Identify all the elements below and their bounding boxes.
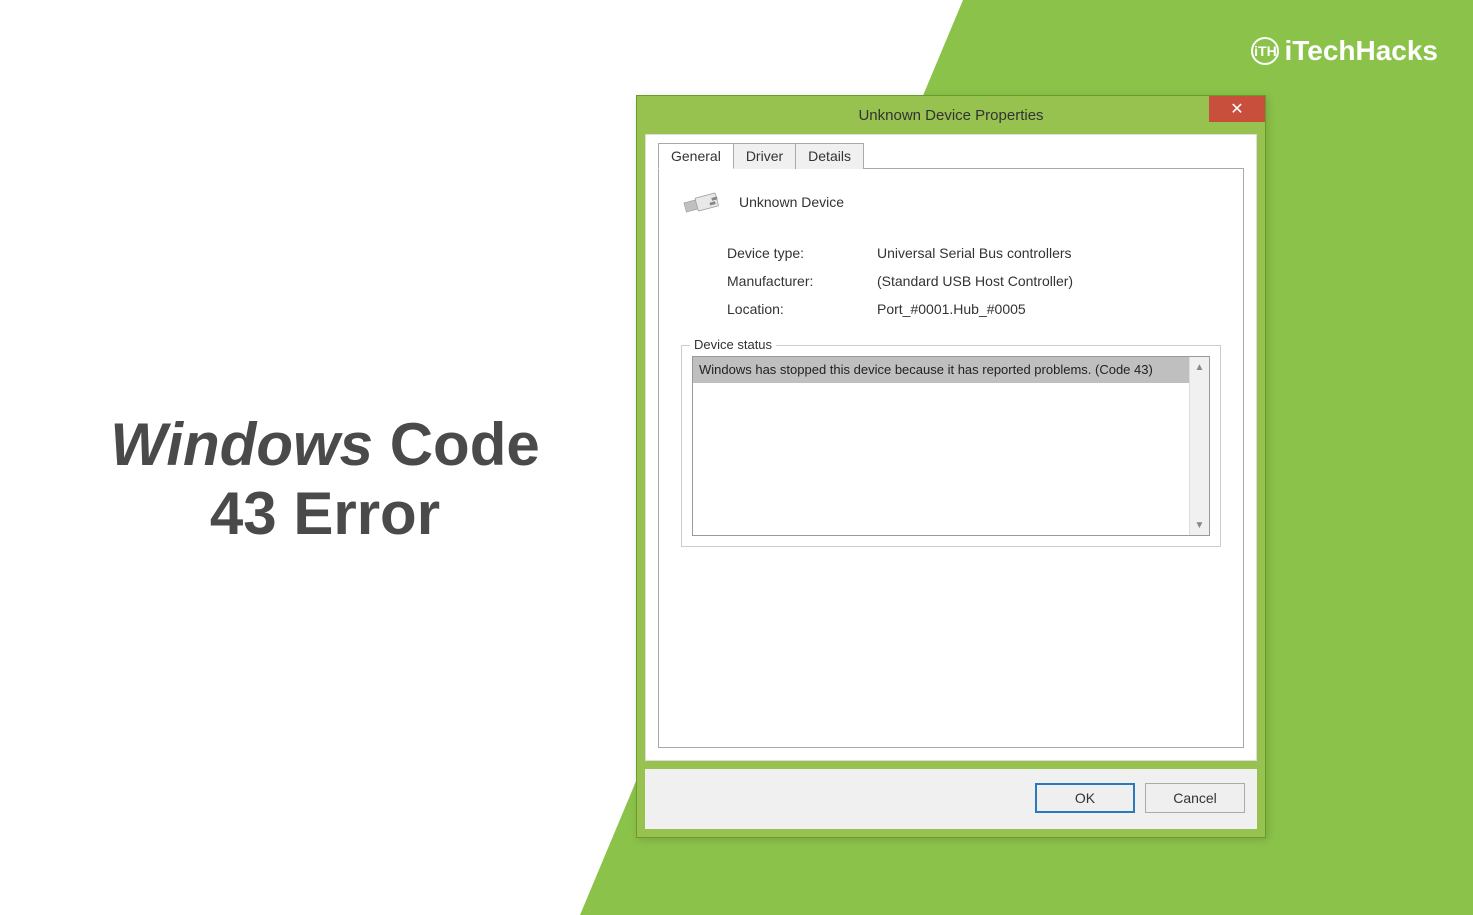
logo-badge-icon: iTH <box>1251 37 1279 65</box>
manufacturer-value: (Standard USB Host Controller) <box>877 273 1073 289</box>
device-name-label: Unknown Device <box>739 194 844 210</box>
row-location: Location: Port_#0001.Hub_#0005 <box>727 301 1227 317</box>
headline-line2: 43 Error <box>210 480 440 547</box>
device-type-label: Device type: <box>727 245 877 261</box>
brand-logo: iTH iTechHacks <box>1251 35 1438 67</box>
location-value: Port_#0001.Hub_#0005 <box>877 301 1026 317</box>
location-label: Location: <box>727 301 877 317</box>
logo-text: iTechHacks <box>1284 35 1438 67</box>
device-header: Unknown Device <box>675 187 1227 217</box>
scroll-track[interactable] <box>1190 377 1209 515</box>
tab-strip: General Driver Details <box>658 143 1244 169</box>
dialog-button-row: OK Cancel <box>645 769 1257 829</box>
dialog-body: General Driver Details Unknown Device De… <box>645 134 1257 761</box>
scroll-down-icon[interactable]: ▼ <box>1190 515 1209 535</box>
dialog-title: Unknown Device Properties <box>637 107 1265 124</box>
headline-rest: Code <box>373 411 540 478</box>
close-button[interactable]: ✕ <box>1209 96 1265 122</box>
tab-driver[interactable]: Driver <box>733 143 796 169</box>
status-message: Windows has stopped this device because … <box>693 357 1189 383</box>
tab-details[interactable]: Details <box>795 143 864 169</box>
usb-connector-icon <box>683 187 721 217</box>
page-headline: Windows Code 43 Error <box>65 410 585 548</box>
headline-italic: Windows <box>110 411 373 478</box>
status-scrollbar[interactable]: ▲ ▼ <box>1189 357 1209 535</box>
tab-general[interactable]: General <box>658 143 734 169</box>
dialog-titlebar[interactable]: Unknown Device Properties ✕ <box>637 96 1265 134</box>
cancel-button[interactable]: Cancel <box>1145 783 1245 813</box>
row-manufacturer: Manufacturer: (Standard USB Host Control… <box>727 273 1227 289</box>
device-status-fieldset: Device status Windows has stopped this d… <box>681 345 1221 547</box>
device-info-table: Device type: Universal Serial Bus contro… <box>675 245 1227 317</box>
device-status-legend: Device status <box>690 337 776 352</box>
device-properties-dialog: Unknown Device Properties ✕ General Driv… <box>636 95 1266 838</box>
tab-content-general: Unknown Device Device type: Universal Se… <box>658 168 1244 748</box>
close-icon: ✕ <box>1230 99 1243 119</box>
row-device-type: Device type: Universal Serial Bus contro… <box>727 245 1227 261</box>
device-status-textbox[interactable]: Windows has stopped this device because … <box>692 356 1210 536</box>
ok-button[interactable]: OK <box>1035 783 1135 813</box>
manufacturer-label: Manufacturer: <box>727 273 877 289</box>
device-type-value: Universal Serial Bus controllers <box>877 245 1072 261</box>
scroll-up-icon[interactable]: ▲ <box>1190 357 1209 377</box>
status-text-area: Windows has stopped this device because … <box>693 357 1189 535</box>
